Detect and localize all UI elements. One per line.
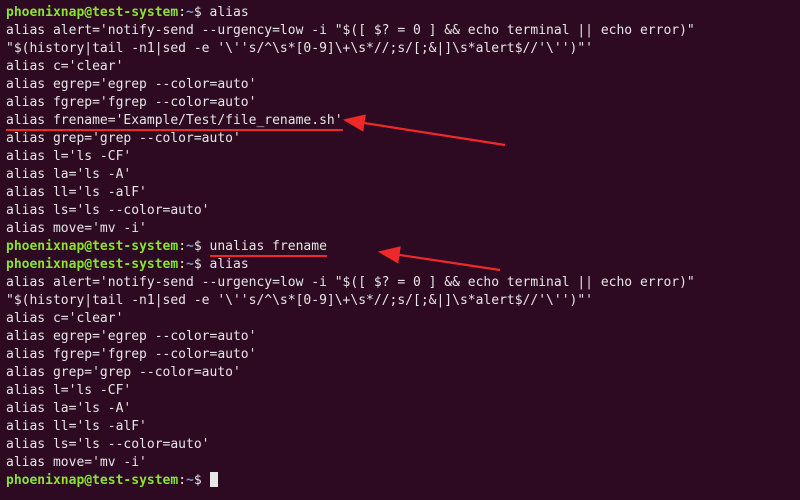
prompt-line: phoenixnap@test-system:~$ alias — [6, 256, 794, 274]
prompt-path: ~ — [186, 473, 194, 488]
prompt-line-cursor: phoenixnap@test-system:~$ — [6, 472, 794, 490]
prompt-dollar: $ — [194, 239, 202, 254]
prompt-path: ~ — [186, 257, 194, 272]
alias-output-line: alias move='mv -i' — [6, 220, 794, 238]
alias-output-line: alias grep='grep --color=auto' — [6, 130, 794, 148]
prompt-host: test-system — [92, 473, 178, 488]
prompt-user: phoenixnap — [6, 239, 84, 254]
alias-output-line: alias l='ls -CF' — [6, 148, 794, 166]
alias-output-line: alias egrep='egrep --color=auto' — [6, 328, 794, 346]
command-alias: alias — [210, 5, 249, 20]
alias-output-line: alias egrep='egrep --color=auto' — [6, 76, 794, 94]
alias-output-line: alias la='ls -A' — [6, 166, 794, 184]
underlined-frename: alias frename='Example/Test/file_rename.… — [6, 113, 343, 131]
terminal[interactable]: phoenixnap@test-system:~$ aliasalias ale… — [6, 4, 794, 490]
cursor — [210, 472, 218, 487]
alias-output-line: alias grep='grep --color=auto' — [6, 364, 794, 382]
alias-output-line: alias fgrep='fgrep --color=auto' — [6, 94, 794, 112]
prompt-line: phoenixnap@test-system:~$ unalias frenam… — [6, 238, 794, 256]
prompt-path: ~ — [186, 5, 194, 20]
alias-output-line: alias ls='ls --color=auto' — [6, 202, 794, 220]
prompt-host: test-system — [92, 257, 178, 272]
prompt-user: phoenixnap — [6, 5, 84, 20]
prompt-path: ~ — [186, 239, 194, 254]
prompt-colon: : — [178, 473, 186, 488]
prompt-at: @ — [84, 473, 92, 488]
alias-output-line: alias ll='ls -alF' — [6, 418, 794, 436]
prompt-colon: : — [178, 239, 186, 254]
alias-output-line: alias la='ls -A' — [6, 400, 794, 418]
prompt-line: phoenixnap@test-system:~$ alias — [6, 4, 794, 22]
alias-output-line: alias c='clear' — [6, 58, 794, 76]
alias-frename-line: alias frename='Example/Test/file_rename.… — [6, 112, 794, 130]
prompt-at: @ — [84, 5, 92, 20]
alias-output-line: alias ll='ls -alF' — [6, 184, 794, 202]
prompt-user: phoenixnap — [6, 257, 84, 272]
prompt-at: @ — [84, 257, 92, 272]
prompt-dollar: $ — [194, 473, 202, 488]
prompt-user: phoenixnap — [6, 473, 84, 488]
command-unalias-frename: unalias frename — [210, 239, 327, 257]
prompt-colon: : — [178, 5, 186, 20]
prompt-dollar: $ — [194, 5, 202, 20]
prompt-host: test-system — [92, 239, 178, 254]
alias-output-line: alias alert='notify-send --urgency=low -… — [6, 22, 794, 40]
alias-output-line: alias c='clear' — [6, 310, 794, 328]
prompt-colon: : — [178, 257, 186, 272]
prompt-dollar: $ — [194, 257, 202, 272]
prompt-host: test-system — [92, 5, 178, 20]
alias-output-line: alias l='ls -CF' — [6, 382, 794, 400]
alias-output-line: alias ls='ls --color=auto' — [6, 436, 794, 454]
command-alias: alias — [210, 257, 249, 272]
alias-output-line: alias alert='notify-send --urgency=low -… — [6, 274, 794, 292]
alias-output-line: "$(history|tail -n1|sed -e '\''s/^\s*[0-… — [6, 292, 794, 310]
prompt-at: @ — [84, 239, 92, 254]
alias-output-line: alias fgrep='fgrep --color=auto' — [6, 346, 794, 364]
alias-output-line: "$(history|tail -n1|sed -e '\''s/^\s*[0-… — [6, 40, 794, 58]
alias-output-line: alias move='mv -i' — [6, 454, 794, 472]
